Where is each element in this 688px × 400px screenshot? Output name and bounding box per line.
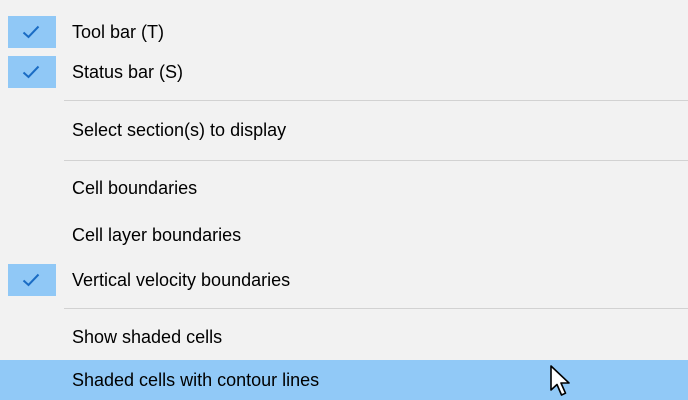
- menu-separator: [64, 308, 688, 309]
- menu-item-vertical-velocity-boundaries[interactable]: Vertical velocity boundaries: [0, 260, 688, 300]
- menu-item-label: Cell boundaries: [72, 178, 198, 198]
- menu-item-label: Tool bar (T): [72, 22, 165, 42]
- menu-separator: [64, 100, 688, 101]
- check-cell: [8, 264, 56, 296]
- menu-item-show-shaded-cells[interactable]: Show shaded cells: [0, 317, 688, 357]
- check-icon: [22, 25, 40, 39]
- menu-item-label: Status bar (S): [72, 62, 184, 82]
- check-cell: [8, 56, 56, 88]
- menu-item-status-bar[interactable]: Status bar (S): [0, 52, 688, 92]
- check-cell: [8, 16, 56, 48]
- menu-item-label: Cell layer boundaries: [72, 225, 242, 245]
- menu-item-cell-boundaries[interactable]: Cell boundaries: [0, 168, 688, 208]
- check-icon: [22, 273, 40, 287]
- menu-item-shaded-cells-contour-lines[interactable]: Shaded cells with contour lines: [0, 360, 688, 400]
- menu-item-label: Vertical velocity boundaries: [72, 270, 291, 290]
- context-menu: Tool bar (T) Status bar (S) Select secti…: [0, 0, 688, 400]
- menu-item-cell-layer-boundaries[interactable]: Cell layer boundaries: [0, 215, 688, 255]
- menu-item-tool-bar[interactable]: Tool bar (T): [0, 12, 688, 52]
- menu-separator: [64, 160, 688, 161]
- menu-item-label: Select section(s) to display: [72, 120, 287, 140]
- mouse-pointer-icon: [550, 365, 570, 396]
- menu-item-select-sections[interactable]: Select section(s) to display: [0, 110, 688, 150]
- menu-item-label: Show shaded cells: [72, 327, 223, 347]
- check-icon: [22, 65, 40, 79]
- menu-item-label: Shaded cells with contour lines: [72, 370, 320, 390]
